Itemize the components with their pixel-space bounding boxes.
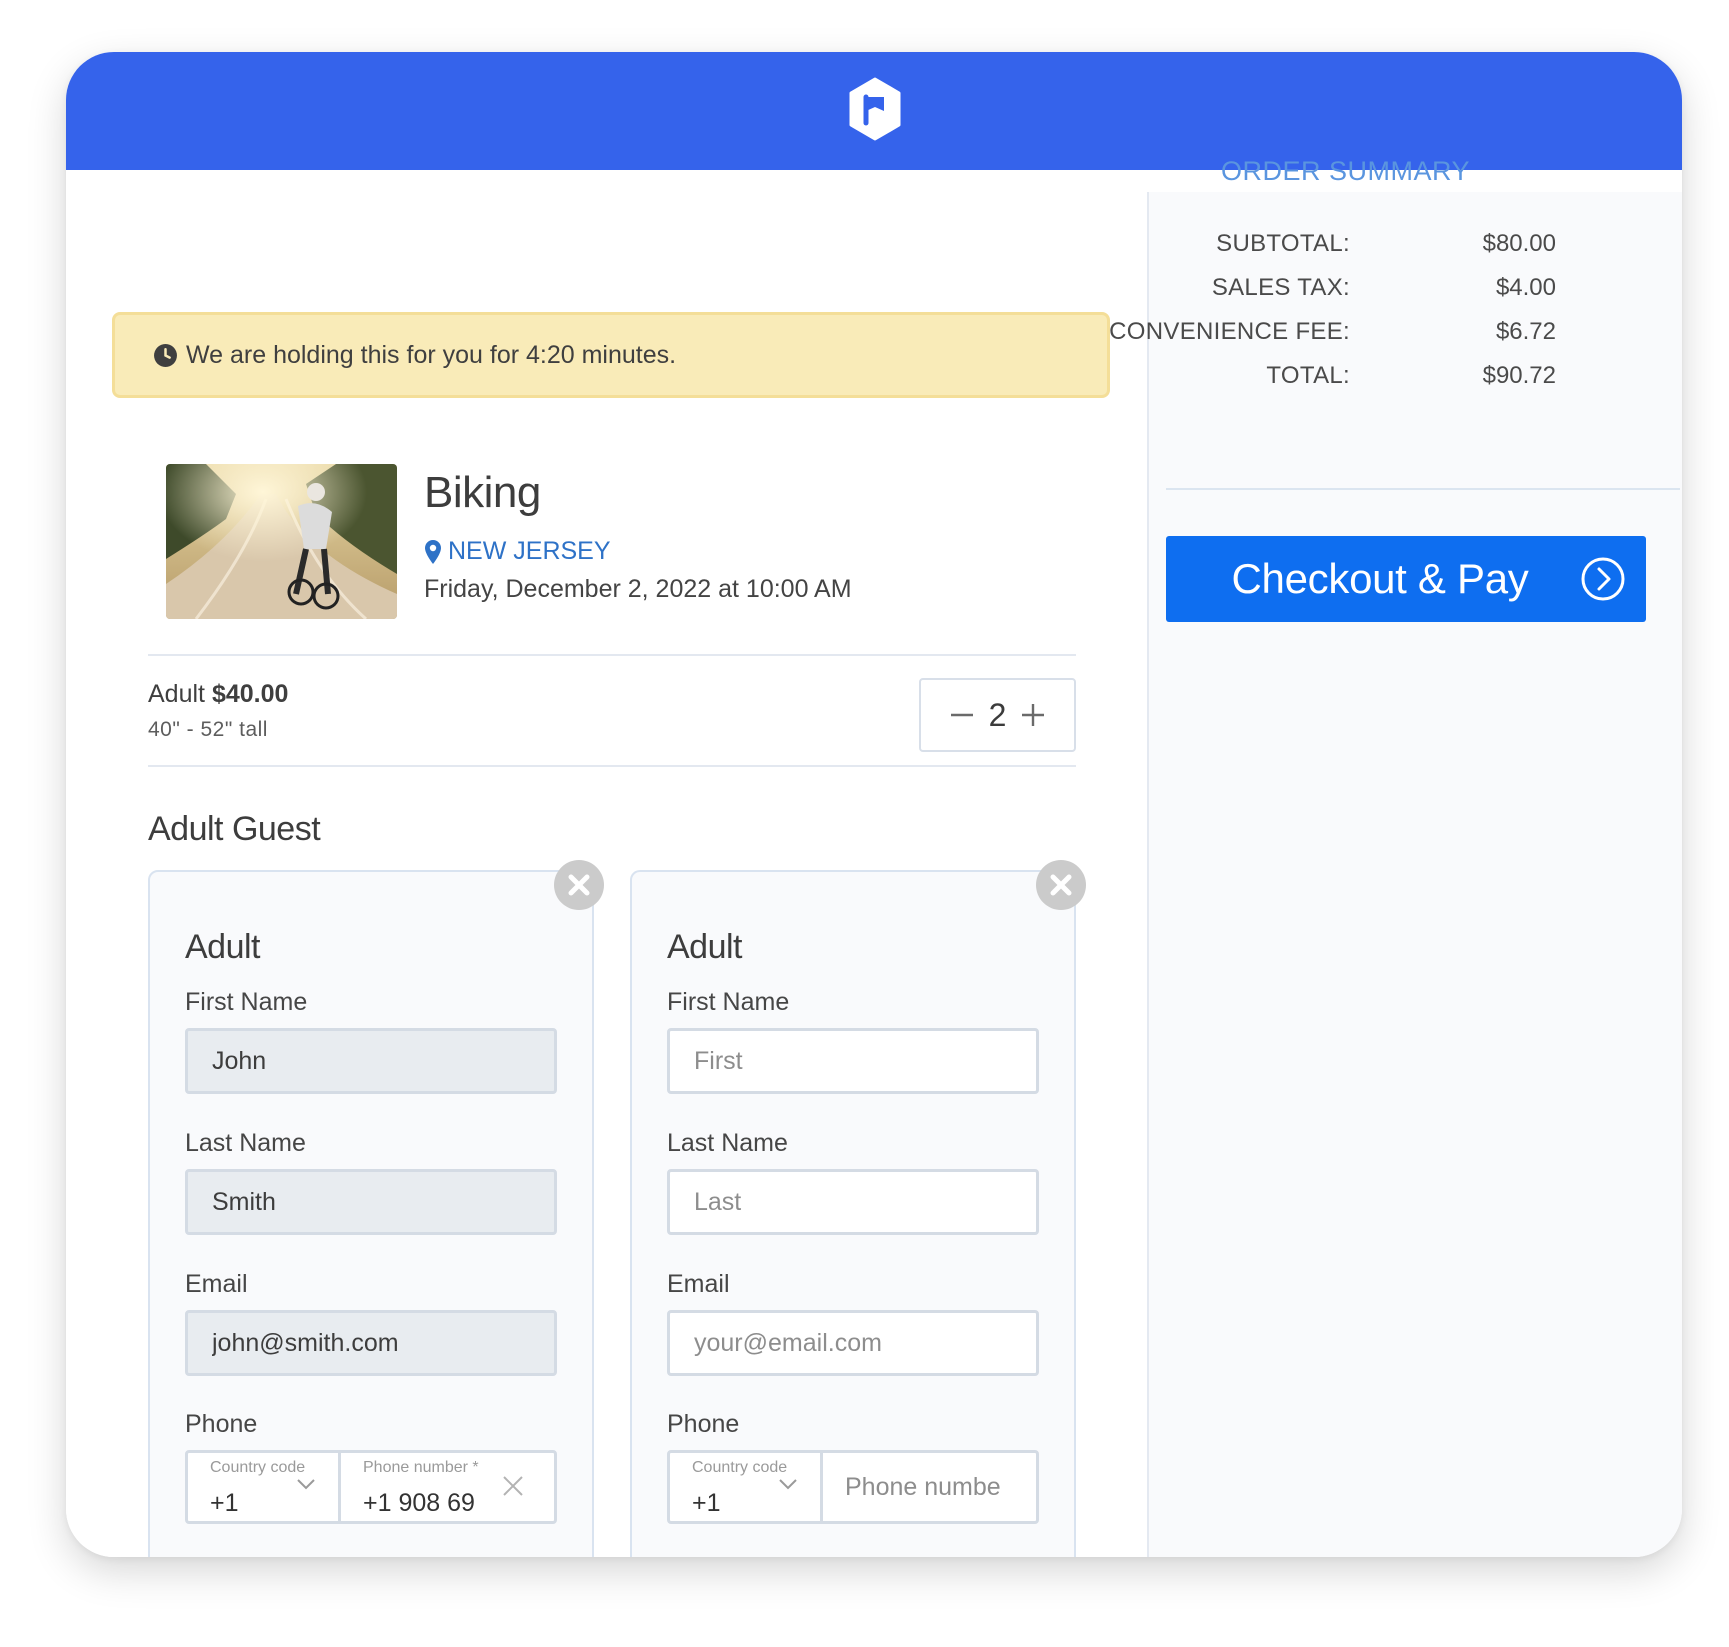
divider bbox=[148, 765, 1076, 767]
summary-label: SALES TAX: bbox=[1211, 274, 1350, 301]
ticket-type-name: Adult bbox=[148, 680, 205, 708]
minus-icon bbox=[950, 713, 973, 717]
hold-timer-text: We are holding this for you for 4:20 min… bbox=[186, 340, 677, 369]
hold-timer-alert: We are holding this for you for 4:20 min… bbox=[112, 312, 1110, 398]
divider bbox=[148, 654, 1076, 656]
clock-icon bbox=[154, 343, 177, 367]
close-icon bbox=[1050, 874, 1072, 896]
summary-value: $80.00 bbox=[1482, 230, 1556, 257]
order-summary-panel bbox=[1147, 192, 1682, 1557]
summary-label: CONVENIENCE FEE: bbox=[1109, 318, 1350, 345]
checkout-main: We are holding this for you for 4:20 min… bbox=[66, 170, 1147, 1557]
summary-label: TOTAL: bbox=[1266, 362, 1350, 389]
chevron-right-circle-icon bbox=[1581, 557, 1625, 601]
event-title: Biking bbox=[424, 468, 541, 517]
guest-section-heading: Adult Guest bbox=[148, 810, 321, 848]
guest-card: Adult First Name Last Name Email Phone C… bbox=[148, 860, 604, 1557]
summary-divider bbox=[1166, 488, 1680, 490]
decrement-button[interactable] bbox=[947, 700, 977, 730]
first-name-field[interactable] bbox=[667, 1028, 1039, 1094]
phone-number-input[interactable] bbox=[823, 1453, 1036, 1521]
country-code-label: Country code bbox=[210, 1459, 306, 1476]
checkout-pay-label: Checkout & Pay bbox=[1231, 555, 1529, 602]
clear-icon[interactable] bbox=[502, 1475, 524, 1497]
remove-guest-button[interactable] bbox=[554, 860, 604, 910]
summary-label: SUBTOTAL: bbox=[1216, 230, 1350, 257]
ticket-price: $40.00 bbox=[211, 680, 289, 708]
phone-number-label: Phone number * bbox=[363, 1459, 479, 1476]
last-name-label: Last Name bbox=[667, 1129, 788, 1157]
country-code-value: +1 bbox=[210, 1489, 239, 1517]
email-field[interactable] bbox=[667, 1310, 1039, 1376]
brand-flag-logo-icon[interactable] bbox=[848, 77, 902, 141]
plus-icon bbox=[1022, 704, 1045, 726]
phone-input-group: Country code +1 bbox=[667, 1450, 1039, 1524]
email-field[interactable] bbox=[185, 1310, 557, 1376]
phone-number-value: +1 908 69 bbox=[363, 1489, 475, 1517]
map-pin-icon bbox=[425, 539, 441, 564]
summary-value: $6.72 bbox=[1495, 318, 1556, 345]
chevron-down-icon bbox=[779, 1479, 797, 1490]
ticket-type-label: Adult $40.00 bbox=[148, 680, 288, 709]
guest-card-title: Adult bbox=[185, 928, 261, 966]
first-name-label: First Name bbox=[185, 988, 308, 1016]
email-label: Email bbox=[667, 1270, 730, 1298]
last-name-field[interactable] bbox=[667, 1169, 1039, 1235]
remove-guest-button[interactable] bbox=[1036, 860, 1086, 910]
last-name-label: Last Name bbox=[185, 1129, 306, 1157]
event-location[interactable]: NEW JERSEY bbox=[424, 537, 611, 566]
phone-number-field[interactable]: Phone number * +1 908 69 bbox=[341, 1453, 554, 1521]
event-thumbnail bbox=[166, 464, 397, 619]
guest-card-title: Adult bbox=[667, 928, 743, 966]
close-icon bbox=[568, 874, 590, 896]
last-name-field[interactable] bbox=[185, 1169, 557, 1235]
country-code-select[interactable]: Country code +1 bbox=[670, 1453, 823, 1521]
country-code-value: +1 bbox=[692, 1489, 721, 1517]
quantity-stepper: 2 bbox=[919, 678, 1076, 752]
country-code-select[interactable]: Country code +1 bbox=[188, 1453, 341, 1521]
phone-number-field[interactable] bbox=[823, 1453, 1036, 1521]
phone-label: Phone bbox=[667, 1410, 740, 1438]
event-datetime: Friday, December 2, 2022 at 10:00 AM bbox=[424, 575, 852, 603]
summary-value: $4.00 bbox=[1495, 274, 1556, 301]
ticket-requirement: 40" - 52" tall bbox=[148, 718, 268, 741]
chevron-down-icon bbox=[297, 1479, 315, 1490]
increment-button[interactable] bbox=[1018, 700, 1048, 730]
phone-label: Phone bbox=[185, 1410, 258, 1438]
quantity-value: 2 bbox=[988, 696, 1007, 733]
email-label: Email bbox=[185, 1270, 248, 1298]
event-location-text: NEW JERSEY bbox=[448, 537, 611, 565]
checkout-pay-button[interactable]: Checkout & Pay bbox=[1166, 536, 1646, 622]
country-code-label: Country code bbox=[692, 1459, 788, 1476]
first-name-label: First Name bbox=[667, 988, 790, 1016]
guest-card: Adult First Name Last Name Email Phone C… bbox=[630, 860, 1086, 1557]
phone-input-group: Country code +1 Phone number * +1 908 69 bbox=[185, 1450, 557, 1524]
first-name-field[interactable] bbox=[185, 1028, 557, 1094]
checkout-window: We are holding this for you for 4:20 min… bbox=[66, 52, 1682, 1557]
order-summary-title: ORDER SUMMARY bbox=[1221, 156, 1471, 186]
header-bar bbox=[66, 52, 1682, 170]
summary-value: $90.72 bbox=[1482, 362, 1556, 389]
